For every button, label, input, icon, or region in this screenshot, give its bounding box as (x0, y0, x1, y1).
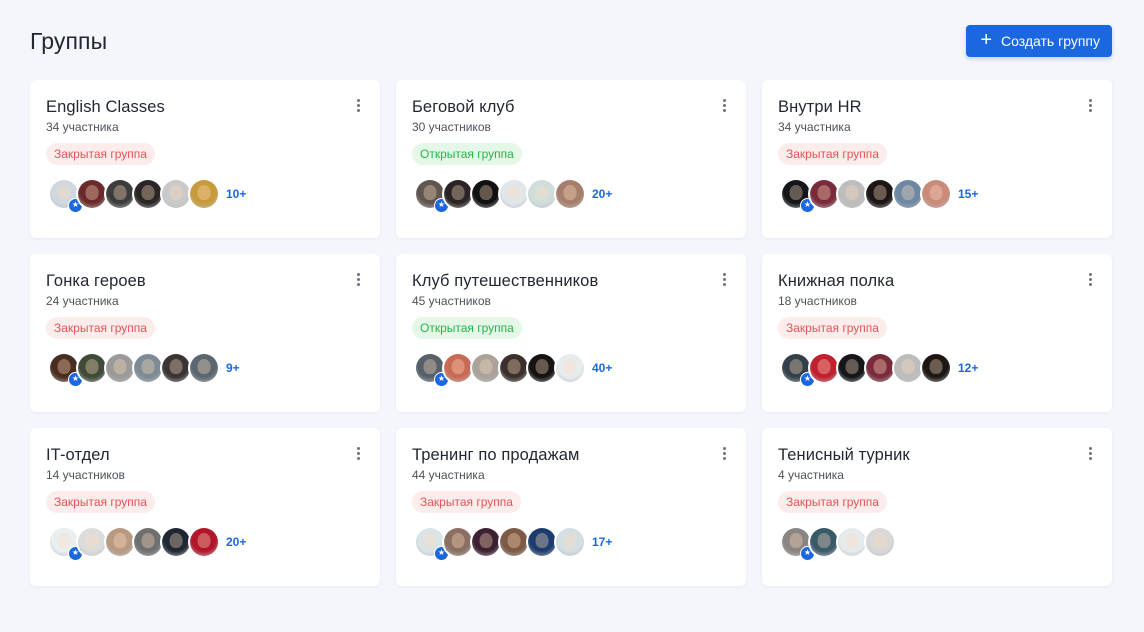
group-status-badge: Закрытая группа (778, 491, 887, 513)
group-member-count: 14 участников (46, 468, 125, 482)
member-avatars: ★ 20+ (412, 177, 730, 213)
more-vertical-icon[interactable] (350, 95, 366, 115)
more-vertical-icon[interactable] (350, 443, 366, 463)
member-avatars: ★ 40+ (412, 351, 730, 387)
more-vertical-icon[interactable] (1082, 95, 1098, 115)
more-vertical-icon[interactable] (350, 269, 366, 289)
more-vertical-icon[interactable] (1082, 269, 1098, 289)
group-card[interactable]: Гонка героев 24 участника Закрытая группа ★… (30, 254, 380, 412)
avatar[interactable] (920, 178, 952, 210)
group-status-badge: Закрытая группа (46, 317, 155, 339)
group-name[interactable]: Тренинг по продажам (412, 445, 730, 465)
group-name[interactable]: Беговой клуб (412, 97, 730, 117)
avatar[interactable] (864, 526, 896, 558)
page-header: Группы + Создать группу (30, 0, 1112, 80)
group-member-count: 24 участника (46, 294, 119, 308)
more-members-count[interactable]: 20+ (592, 187, 612, 201)
more-vertical-icon[interactable] (716, 443, 732, 463)
page-title: Группы (30, 27, 108, 54)
group-member-count: 34 участника (778, 120, 851, 134)
avatar[interactable] (920, 352, 952, 384)
group-card[interactable]: IT-отдел 14 участников Закрытая группа ★ 20+ (30, 428, 380, 586)
group-name[interactable]: Тенисный турник (778, 445, 1096, 465)
member-avatars: ★ 20+ (46, 525, 364, 561)
group-name[interactable]: Клуб путешественников (412, 271, 730, 291)
group-card[interactable]: Клуб путешественников 45 участников Открыт… (396, 254, 746, 412)
member-avatars: ★ 15+ (778, 177, 1096, 213)
avatar[interactable] (554, 526, 586, 558)
avatar[interactable] (554, 178, 586, 210)
group-status-badge: Закрытая группа (46, 143, 155, 165)
groups-grid: English Classes 34 участника Закрытая груп… (30, 80, 1112, 586)
more-members-count[interactable]: 15+ (958, 187, 978, 201)
group-status-badge: Закрытая группа (412, 491, 521, 513)
group-card[interactable]: Внутри HR 34 участника Закрытая группа ★ 15+ (762, 80, 1112, 238)
more-members-count[interactable]: 12+ (958, 361, 978, 375)
member-avatars: ★ 17+ (412, 525, 730, 561)
more-members-count[interactable]: 10+ (226, 187, 246, 201)
group-member-count: 30 участников (412, 120, 491, 134)
avatar[interactable] (554, 352, 586, 384)
group-member-count: 18 участников (778, 294, 857, 308)
create-group-button[interactable]: + Создать группу (966, 25, 1112, 57)
member-avatars: ★ 10+ (46, 177, 364, 213)
avatar[interactable] (188, 526, 220, 558)
group-status-badge: Закрытая группа (778, 143, 887, 165)
avatar[interactable] (188, 178, 220, 210)
groups-page: Группы + Создать группу English Classes 3… (0, 0, 1144, 632)
more-vertical-icon[interactable] (716, 269, 732, 289)
more-vertical-icon[interactable] (716, 95, 732, 115)
member-avatars: ★ 9+ (46, 351, 364, 387)
group-name[interactable]: Внутри HR (778, 97, 1096, 117)
more-vertical-icon[interactable] (1082, 443, 1098, 463)
group-name[interactable]: IT-отдел (46, 445, 364, 465)
group-name[interactable]: Книжная полка (778, 271, 1096, 291)
plus-icon: + (980, 29, 992, 51)
group-member-count: 45 участников (412, 294, 491, 308)
group-member-count: 44 участника (412, 468, 485, 482)
group-status-badge: Открытая группа (412, 317, 522, 339)
member-avatars: ★ 12+ (778, 351, 1096, 387)
more-members-count[interactable]: 40+ (592, 361, 612, 375)
group-member-count: 34 участника (46, 120, 119, 134)
group-card[interactable]: Тренинг по продажам 44 участника Закрытая … (396, 428, 746, 586)
group-status-badge: Закрытая группа (46, 491, 155, 513)
group-status-badge: Открытая группа (412, 143, 522, 165)
group-name[interactable]: Гонка героев (46, 271, 364, 291)
more-members-count[interactable]: 9+ (226, 361, 240, 375)
create-group-label: Создать группу (1001, 33, 1100, 49)
group-card[interactable]: Тенисный турник 4 участника Закрытая групп… (762, 428, 1112, 586)
member-avatars: ★ (778, 525, 1096, 561)
group-name[interactable]: English Classes (46, 97, 364, 117)
avatar[interactable] (188, 352, 220, 384)
group-card[interactable]: Беговой клуб 30 участников Открытая группа… (396, 80, 746, 238)
more-members-count[interactable]: 20+ (226, 535, 246, 549)
more-members-count[interactable]: 17+ (592, 535, 612, 549)
group-member-count: 4 участника (778, 468, 844, 482)
group-card[interactable]: English Classes 34 участника Закрытая груп… (30, 80, 380, 238)
group-card[interactable]: Книжная полка 18 участников Закрытая групп… (762, 254, 1112, 412)
group-status-badge: Закрытая группа (778, 317, 887, 339)
